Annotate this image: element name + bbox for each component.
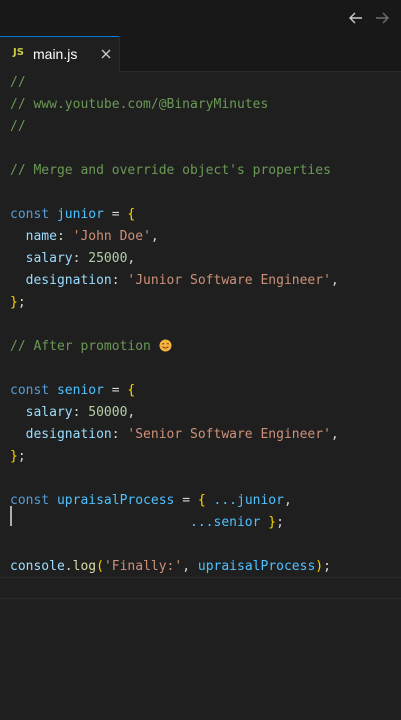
- comment: // After promotion: [10, 339, 159, 354]
- property-name: name: [25, 229, 57, 244]
- close-paren: ): [315, 559, 324, 574]
- string-value: 'John Doe': [72, 229, 151, 244]
- comment: //: [10, 75, 26, 90]
- text-cursor: [10, 506, 12, 526]
- log-function: log: [72, 559, 97, 574]
- number-value: 25000: [88, 251, 128, 266]
- property-salary: salary: [25, 405, 73, 420]
- string-value: 'Finally:': [103, 559, 183, 574]
- code-line-5: // Merge and override object's propertie…: [10, 160, 339, 182]
- code-line-11: };: [10, 295, 26, 310]
- code-line-1: //: [10, 72, 339, 94]
- variable-upraisal-process: upraisalProcess: [56, 493, 175, 508]
- code-line-21: ...senior };: [190, 515, 284, 530]
- number-value: 50000: [88, 405, 128, 420]
- string-value: 'Senior Software Engineer': [127, 427, 331, 442]
- variable-senior: senior: [56, 383, 104, 398]
- code-line-17: designation: 'Senior Software Engineer',: [25, 427, 339, 442]
- close-brace: }: [10, 449, 18, 464]
- javascript-file-icon: JS: [13, 47, 24, 58]
- close-brace: }: [268, 515, 277, 530]
- close-brace: }: [10, 295, 18, 310]
- open-brace: {: [197, 493, 206, 508]
- keyword-const: const: [10, 493, 50, 508]
- open-brace: {: [127, 207, 136, 222]
- code-line-9: salary: 25000,: [25, 251, 136, 266]
- variable-upraisal-process: upraisalProcess: [197, 559, 316, 574]
- keyword-const: const: [10, 207, 50, 222]
- code-content: // // www.youtube.com/@BinaryMinutes // …: [10, 72, 339, 600]
- comment: // www.youtube.com/@BinaryMinutes: [10, 97, 269, 112]
- smiling-face-emoji-icon: [159, 339, 172, 352]
- tab-bar: JS main.js: [0, 36, 401, 72]
- code-line-8: name: 'John Doe',: [25, 229, 159, 244]
- variable-junior: junior: [56, 207, 104, 222]
- code-line-20: const upraisalProcess = { ...junior,: [10, 493, 292, 508]
- spread-senior: ...senior: [190, 515, 261, 530]
- arrow-right-icon[interactable]: [372, 8, 392, 28]
- property-salary: salary: [25, 251, 73, 266]
- property-designation: designation: [25, 273, 112, 288]
- tab-label: main.js: [33, 46, 78, 62]
- arrow-left-icon[interactable]: [346, 8, 366, 28]
- code-editor[interactable]: // // www.youtube.com/@BinaryMinutes // …: [0, 72, 401, 720]
- title-bar: [0, 0, 401, 36]
- code-line-2: // www.youtube.com/@BinaryMinutes: [10, 94, 339, 116]
- code-line-10: designation: 'Junior Software Engineer',: [25, 273, 339, 288]
- comment: //: [10, 119, 26, 134]
- console-object: console: [10, 559, 65, 574]
- code-line-15: const senior = {: [10, 383, 136, 398]
- spread-junior: ...junior: [213, 493, 284, 508]
- code-line-3: //: [10, 116, 339, 138]
- code-line-7: const junior = {: [10, 207, 136, 222]
- keyword-const: const: [10, 383, 50, 398]
- code-line-23: console.log('Finally:', upraisalProcess)…: [10, 559, 331, 574]
- code-line-13: // After promotion: [10, 336, 339, 358]
- close-icon[interactable]: [99, 47, 113, 61]
- property-designation: designation: [25, 427, 112, 442]
- code-line-16: salary: 50000,: [25, 405, 136, 420]
- string-value: 'Junior Software Engineer': [127, 273, 331, 288]
- code-line-18: };: [10, 449, 26, 464]
- open-paren: (: [96, 559, 104, 574]
- tab-main-js[interactable]: JS main.js: [0, 36, 120, 72]
- open-brace: {: [127, 383, 136, 398]
- comment: // Merge and override object's propertie…: [10, 163, 331, 178]
